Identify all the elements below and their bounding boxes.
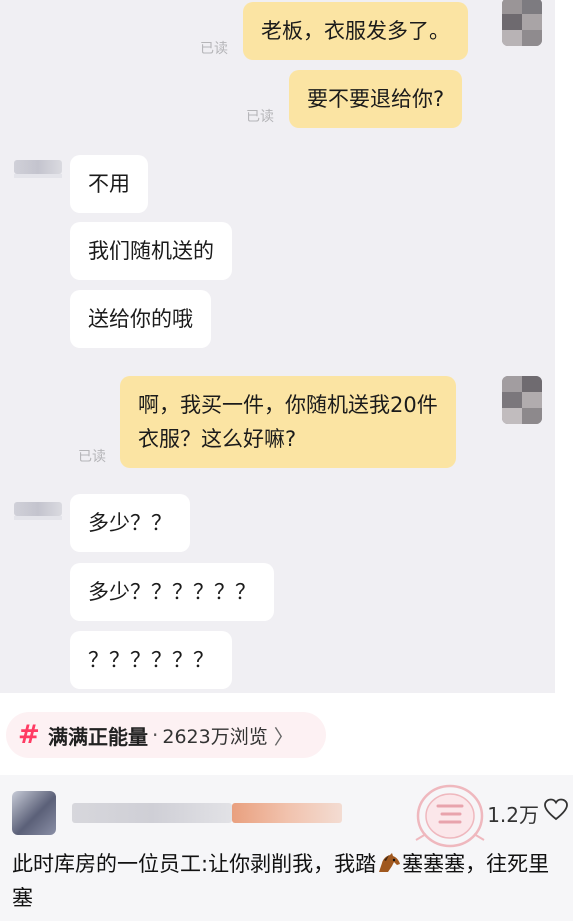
heart-icon[interactable] <box>543 797 569 823</box>
message-text-line: 衣服？这么好嘛? <box>138 427 297 451</box>
comment-card: 1.2万 此时库房的一位员工:让你剥削我，我踏 塞塞塞，往死里塞 <box>0 775 573 921</box>
message-text: 不用 <box>88 172 130 196</box>
message-bubble-received[interactable]: 多少？？？？？？ <box>70 563 274 621</box>
my-avatar[interactable] <box>502 376 542 424</box>
topic-tag[interactable]: # 满满正能量 · 2623万浏览 〉 <box>6 712 326 758</box>
message-bubble-sent[interactable]: 啊，我买一件，你随机送我20件 衣服？这么好嘛? <box>120 376 456 468</box>
watermark-stamp-icon <box>415 784 485 848</box>
read-receipt: 已读 <box>78 449 106 465</box>
message-bubble-received[interactable]: 多少？？ <box>70 494 190 552</box>
hashtag-icon: # <box>18 720 40 750</box>
message-text: 老板，衣服发多了。 <box>261 19 450 43</box>
contact-avatar[interactable] <box>14 160 62 178</box>
screenshot-page: 老板，衣服发多了。 已读 要不要退给你? 已读 不用 我们随机送的 送给你的哦 <box>0 0 573 921</box>
message-bubble-received[interactable]: 送给你的哦 <box>70 290 211 348</box>
contact-avatar[interactable] <box>14 502 62 520</box>
message-text: 要不要退给你? <box>307 87 445 111</box>
like-count: 1.2万 <box>487 803 539 827</box>
topic-name: 满满正能量 <box>48 724 148 749</box>
my-avatar[interactable] <box>502 0 542 46</box>
message-text-line: 啊，我买一件，你随机送我20件 <box>138 393 438 417</box>
message-text: 多少？？ <box>88 511 172 535</box>
commenter-avatar[interactable] <box>12 791 56 835</box>
chat-conversation: 老板，衣服发多了。 已读 要不要退给你? 已读 不用 我们随机送的 送给你的哦 <box>0 0 555 693</box>
comment-text-part: 此时库房的一位员工:让你剥削我，我踏 <box>12 852 377 876</box>
topic-views: 2623万浏览 <box>162 725 268 748</box>
read-receipt: 已读 <box>200 41 228 57</box>
message-bubble-received[interactable]: ？？？？？？ <box>70 631 232 689</box>
commenter-name[interactable] <box>72 803 232 823</box>
comment-text: 此时库房的一位员工:让你剥削我，我踏 塞塞塞，往死里塞 <box>12 847 567 915</box>
message-text: 多少？？？？？？ <box>88 580 256 604</box>
message-bubble-sent[interactable]: 老板，衣服发多了。 <box>243 2 468 60</box>
horse-emoji-icon <box>379 853 401 872</box>
message-bubble-received[interactable]: 我们随机送的 <box>70 222 232 280</box>
message-bubble-received[interactable]: 不用 <box>70 155 148 213</box>
commenter-badge <box>232 803 342 823</box>
message-text: 我们随机送的 <box>88 239 214 263</box>
chevron-right-icon: 〉 <box>273 724 294 749</box>
message-text: 送给你的哦 <box>88 307 193 331</box>
message-bubble-sent[interactable]: 要不要退给你? <box>289 70 463 128</box>
separator-dot: · <box>152 723 159 747</box>
read-receipt: 已读 <box>246 109 274 125</box>
message-text: ？？？？？？ <box>88 648 214 672</box>
